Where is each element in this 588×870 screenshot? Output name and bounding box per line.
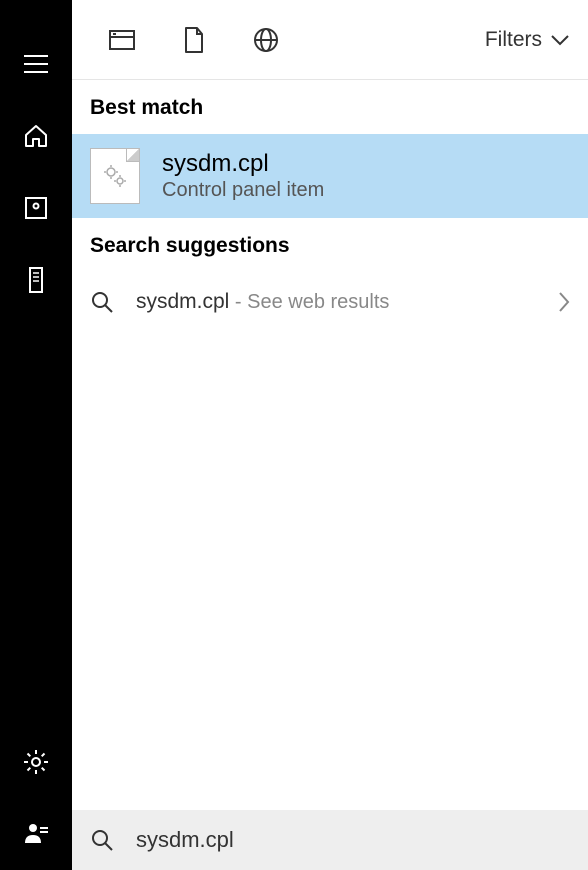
- suggestion-web-result[interactable]: sysdm.cpl - See web results: [72, 272, 588, 332]
- chevron-right-icon: [558, 291, 570, 313]
- suggestion-text: sysdm.cpl - See web results: [136, 290, 389, 314]
- search-input[interactable]: [136, 827, 570, 853]
- search-icon: [90, 828, 114, 852]
- gears-icon: [101, 162, 129, 190]
- main-panel: Filters Best match sysdm.c: [72, 0, 588, 870]
- filters-dropdown[interactable]: Filters: [485, 28, 570, 52]
- apps-button[interactable]: [0, 172, 72, 244]
- user-icon: [23, 821, 49, 847]
- apps-filter-button[interactable]: [86, 0, 158, 80]
- top-bar: Filters: [72, 0, 588, 80]
- hamburger-button[interactable]: [0, 28, 72, 100]
- document-icon: [183, 26, 205, 54]
- best-match-title: sysdm.cpl: [162, 150, 324, 179]
- documents-filter-button[interactable]: [158, 0, 230, 80]
- filters-label: Filters: [485, 28, 542, 52]
- search-icon: [90, 290, 114, 314]
- globe-icon: [253, 27, 279, 53]
- sidebar: [0, 0, 72, 870]
- search-bar: [72, 810, 588, 870]
- chevron-down-icon: [550, 34, 570, 46]
- settings-button[interactable]: [0, 726, 72, 798]
- suggestion-suffix: - See web results: [229, 291, 389, 313]
- app-icon: [24, 196, 48, 220]
- best-match-subtitle: Control panel item: [162, 179, 324, 202]
- device-icon: [26, 266, 46, 294]
- hamburger-icon: [24, 55, 48, 73]
- home-button[interactable]: [0, 100, 72, 172]
- user-button[interactable]: [0, 798, 72, 870]
- best-match-result[interactable]: sysdm.cpl Control panel item: [72, 134, 588, 218]
- results-area: [72, 332, 588, 810]
- web-filter-button[interactable]: [230, 0, 302, 80]
- suggestions-header: Search suggestions: [72, 218, 588, 272]
- best-match-header: Best match: [72, 80, 588, 134]
- suggestion-query: sysdm.cpl: [136, 290, 229, 313]
- gear-icon: [23, 749, 49, 775]
- apps-filter-icon: [108, 28, 136, 52]
- device-button[interactable]: [0, 244, 72, 316]
- home-icon: [23, 123, 49, 149]
- control-panel-file-icon: [90, 148, 140, 204]
